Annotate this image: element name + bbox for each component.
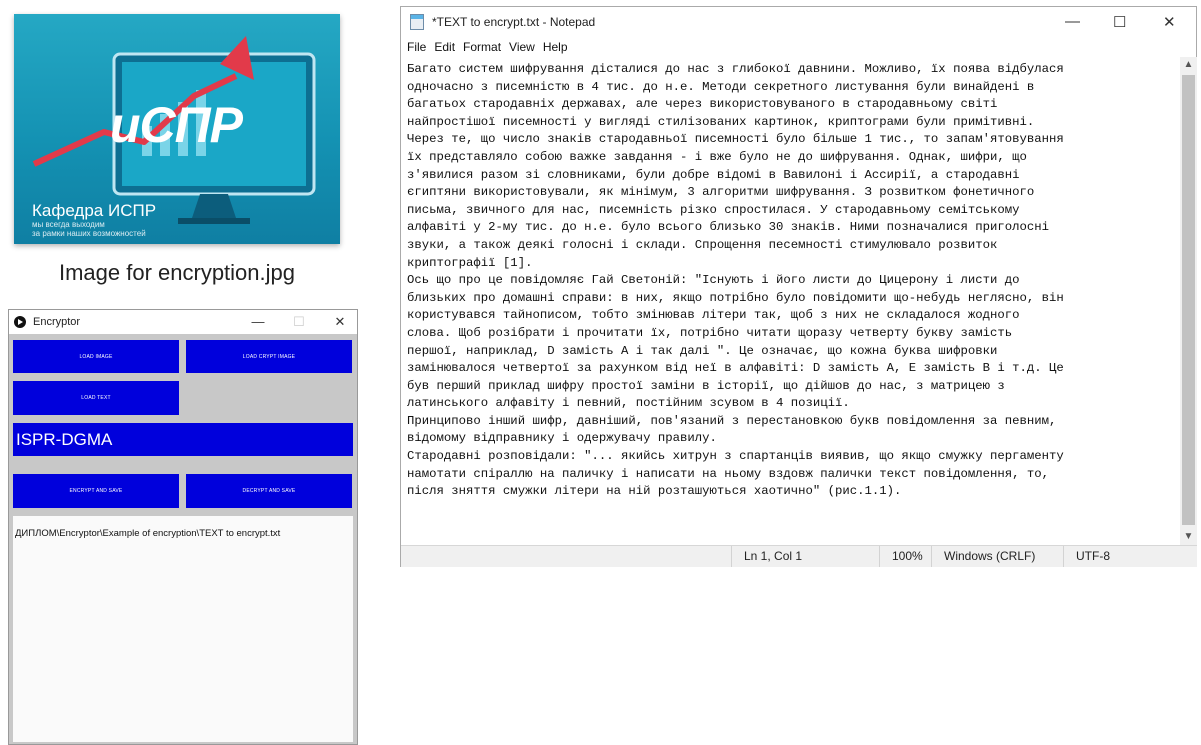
- notepad-icon: [410, 14, 424, 30]
- line-ending: Windows (CRLF): [931, 546, 1061, 567]
- slogan-line-2: за рамки наших возможностей: [32, 229, 146, 238]
- notepad-window: *TEXT to encrypt.txt - Notepad — ☐ ✕ Fil…: [400, 6, 1197, 567]
- text-line: Стародавні розповідали: "... якийсь хитр…: [407, 449, 1064, 464]
- encryptor-window: Encryptor — ☐ ✕ LOAD IMAGE LOAD CRYPT IM…: [8, 309, 358, 745]
- file-path-text: ДИПЛОМ\Encryptor\Example of encryption\T…: [15, 528, 281, 539]
- encrypt-and-save-button[interactable]: ENCRYPT AND SAVE: [13, 474, 179, 508]
- window-title: *TEXT to encrypt.txt - Notepad: [432, 15, 596, 29]
- text-editor[interactable]: Багато систем шифрування дісталися до на…: [401, 57, 1180, 545]
- menu-view[interactable]: View: [509, 40, 535, 54]
- text-line: Через те, що число знаків стародавньої п…: [407, 132, 1064, 147]
- text-line: відомому відправнику і одержувачу правил…: [407, 431, 717, 446]
- file-encoding: UTF-8: [1063, 546, 1193, 567]
- text-line: Багато систем шифрування дісталися до на…: [407, 62, 1064, 76]
- minimize-button[interactable]: —: [243, 313, 273, 331]
- maximize-button[interactable]: ☐: [284, 313, 314, 331]
- logo-text: иСПР: [110, 97, 243, 153]
- text-line: першої, наприклад, D замість А і так дал…: [407, 343, 998, 358]
- text-line: намотати спіраллю на паличку і написати …: [407, 466, 1050, 481]
- vertical-scrollbar[interactable]: ▲ ▼: [1180, 57, 1197, 545]
- text-line: слова. Щоб розібрати і прочитати їх, пот…: [407, 325, 1013, 340]
- load-text-button[interactable]: LOAD TEXT: [13, 381, 179, 415]
- text-line: найпростішої писемності у вигляді стиліз…: [407, 114, 1035, 129]
- maximize-button[interactable]: ☐: [1113, 13, 1126, 31]
- monitor-base: [178, 218, 250, 224]
- text-line: Принципово інший шифр, давніший, пов'яза…: [407, 413, 1057, 428]
- monitor-stand: [192, 194, 236, 218]
- text-line: письма, звичного для нас, писемність різ…: [407, 202, 1020, 217]
- text-line: багатьох стародавніх державах, але через…: [407, 97, 998, 112]
- load-crypt-image-button[interactable]: LOAD CRYPT IMAGE: [186, 340, 352, 373]
- status-bar: Ln 1, Col 1 100% Windows (CRLF) UTF-8: [401, 545, 1197, 567]
- text-line: звуки, а також деякі голосні і склади. С…: [407, 237, 998, 252]
- text-line: їх представляло собою важке завдання - і…: [407, 149, 1027, 164]
- menu-file[interactable]: File: [407, 40, 426, 54]
- text-line: після зняття смужки літери на ній розташ…: [407, 484, 902, 499]
- load-image-button[interactable]: LOAD IMAGE: [13, 340, 179, 373]
- text-line: єгиптяни використовували, як мінімум, 3 …: [407, 185, 1035, 200]
- text-line: криптографії [1].: [407, 255, 533, 270]
- text-line: латинського алфавіту і певний, постійним…: [407, 396, 850, 411]
- text-line: замінювалося четвертої за рахунком від н…: [407, 361, 1064, 376]
- menu-bar: File Edit Format View Help: [401, 37, 1196, 57]
- text-line: одночасно з писемністю в 4 тис. до н.е. …: [407, 79, 1035, 94]
- text-line: алфавіті у 2-му тис. до н.е. було всього…: [407, 220, 1050, 235]
- text-line: був перший приклад шифру простої заміни …: [407, 378, 1005, 393]
- encryption-image-thumbnail[interactable]: иСПР Кафедра ИСПР мы всегда выходим за р…: [14, 14, 340, 244]
- text-line: з'явилися разом зі словниками, були добр…: [407, 167, 1020, 182]
- encryptor-titlebar[interactable]: Encryptor — ☐ ✕: [9, 310, 357, 334]
- decrypt-and-save-button[interactable]: DECRYPT AND SAVE: [186, 474, 352, 508]
- slogan-line-1: мы всегда выходим: [32, 220, 105, 229]
- close-button[interactable]: ✕: [1163, 13, 1176, 31]
- department-name: Кафедра ИСПР: [32, 201, 157, 220]
- close-button[interactable]: ✕: [325, 313, 355, 331]
- text-line: користувався тайнописом, тобто змінював …: [407, 308, 1020, 323]
- minimize-button[interactable]: —: [1065, 13, 1080, 30]
- text-line: Ось що про це повідомляє Гай Светоній: "…: [407, 273, 1020, 288]
- text-line: близьких про домашні справи: в них, якщо…: [407, 290, 1064, 305]
- menu-edit[interactable]: Edit: [434, 40, 455, 54]
- image-filename-label[interactable]: Image for encryption.jpg: [14, 260, 340, 286]
- file-path-display[interactable]: ДИПЛОМ\Encryptor\Example of encryption\T…: [13, 516, 353, 742]
- scroll-down-arrow-icon[interactable]: ▼: [1180, 529, 1197, 545]
- window-title: Encryptor: [33, 316, 81, 328]
- app-icon: [14, 316, 26, 328]
- scroll-thumb[interactable]: [1182, 75, 1195, 525]
- scroll-up-arrow-icon[interactable]: ▲: [1180, 57, 1197, 73]
- cursor-position: Ln 1, Col 1: [731, 546, 871, 567]
- menu-format[interactable]: Format: [463, 40, 501, 54]
- zoom-level: 100%: [879, 546, 931, 567]
- menu-help[interactable]: Help: [543, 40, 568, 54]
- notepad-titlebar[interactable]: *TEXT to encrypt.txt - Notepad — ☐ ✕: [401, 7, 1196, 37]
- key-input[interactable]: [13, 423, 353, 456]
